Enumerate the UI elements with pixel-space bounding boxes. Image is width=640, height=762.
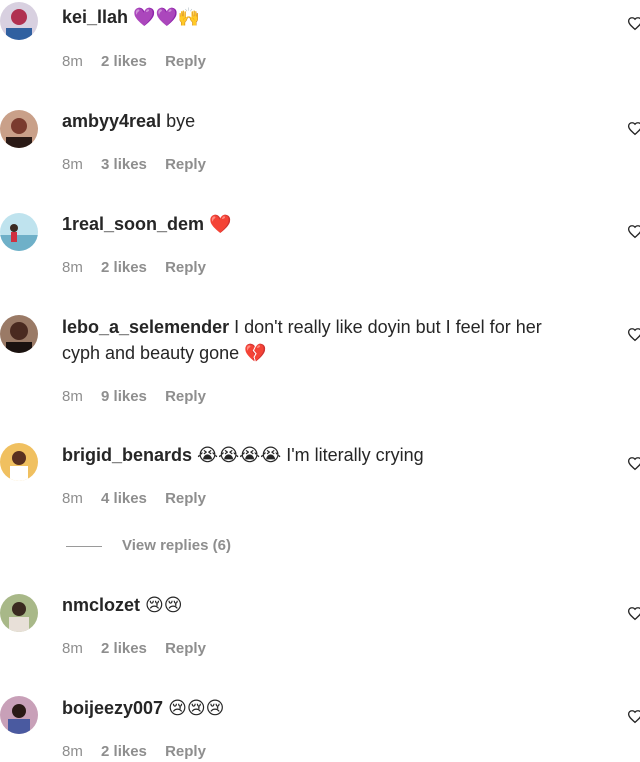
timestamp: 8m — [62, 490, 83, 507]
emoji: 💜💜🙌 — [133, 7, 201, 28]
username[interactable]: lebo_a_selemender — [62, 317, 229, 337]
emoji: ❤️ — [209, 214, 232, 235]
username[interactable]: ambyy4real — [62, 111, 161, 131]
view-replies-label: View replies (6) — [122, 537, 231, 554]
comment-body: I don't really like doyin but I feel for… — [234, 317, 542, 337]
reply-button[interactable]: Reply — [165, 388, 206, 405]
timestamp: 8m — [62, 53, 83, 70]
avatar[interactable] — [0, 2, 38, 40]
avatar[interactable] — [0, 315, 38, 353]
username[interactable]: kei_llah — [62, 7, 128, 27]
likes-count[interactable]: 4 likes — [101, 490, 147, 507]
timestamp: 8m — [62, 640, 83, 657]
comment-meta: 8m 2 likes Reply — [62, 259, 220, 276]
likes-count[interactable]: 2 likes — [101, 743, 147, 760]
likes-count[interactable]: 2 likes — [101, 53, 147, 70]
emoji: 😢😢😢 — [168, 698, 225, 719]
username[interactable]: nmclozet — [62, 595, 140, 615]
heart-outline-icon[interactable] — [626, 604, 640, 622]
comment-text-continued: cyph and beauty gone 💔 — [62, 340, 600, 367]
avatar[interactable] — [0, 213, 38, 251]
avatar[interactable] — [0, 696, 38, 734]
timestamp: 8m — [62, 743, 83, 760]
emoji: 😭😭😭😭 — [197, 445, 282, 466]
timestamp: 8m — [62, 388, 83, 405]
comment-meta: 8m 9 likes Reply — [62, 388, 220, 405]
heart-outline-icon[interactable] — [626, 707, 640, 725]
comment-body: bye — [166, 111, 196, 131]
reply-button[interactable]: Reply — [165, 743, 206, 760]
comment-text: lebo_a_selemender I don't really like do… — [62, 314, 600, 340]
heart-outline-icon[interactable] — [626, 119, 640, 137]
divider — [66, 545, 102, 547]
avatar[interactable] — [0, 110, 38, 148]
timestamp: 8m — [62, 259, 83, 276]
username[interactable]: boijeezy007 — [62, 698, 163, 718]
comment-text: brigid_benards 😭😭😭😭 I'm literally crying — [62, 442, 600, 469]
comment-text: ambyy4real bye — [62, 108, 600, 134]
comment-text: kei_llah 💜💜🙌 — [62, 4, 600, 31]
comment-body: I'm literally crying — [286, 445, 424, 465]
heart-outline-icon[interactable] — [626, 222, 640, 240]
reply-button[interactable]: Reply — [165, 156, 206, 173]
likes-count[interactable]: 9 likes — [101, 388, 147, 405]
comment-text: nmclozet 😢😢 — [62, 592, 600, 619]
reply-button[interactable]: Reply — [165, 53, 206, 70]
username[interactable]: 1real_soon_dem — [62, 214, 204, 234]
likes-count[interactable]: 2 likes — [101, 640, 147, 657]
comment-body: cyph and beauty gone — [62, 343, 240, 363]
emoji: 💔 — [244, 343, 267, 364]
reply-button[interactable]: Reply — [165, 640, 206, 657]
likes-count[interactable]: 3 likes — [101, 156, 147, 173]
comment-meta: 8m 2 likes Reply — [62, 640, 220, 657]
heart-outline-icon[interactable] — [626, 325, 640, 343]
comment-meta: 8m 2 likes Reply — [62, 743, 220, 760]
heart-outline-icon[interactable] — [626, 14, 640, 32]
comment-meta: 8m 3 likes Reply — [62, 156, 220, 173]
reply-button[interactable]: Reply — [165, 490, 206, 507]
username[interactable]: brigid_benards — [62, 445, 192, 465]
avatar[interactable] — [0, 443, 38, 481]
heart-outline-icon[interactable] — [626, 454, 640, 472]
comment-meta: 8m 2 likes Reply — [62, 53, 220, 70]
timestamp: 8m — [62, 156, 83, 173]
view-replies-button[interactable]: View replies (6) — [66, 537, 231, 554]
comment-text: 1real_soon_dem ❤️ — [62, 211, 600, 238]
avatar[interactable] — [0, 594, 38, 632]
comment-meta: 8m 4 likes Reply — [62, 490, 220, 507]
comment-text: boijeezy007 😢😢😢 — [62, 695, 600, 722]
likes-count[interactable]: 2 likes — [101, 259, 147, 276]
emoji: 😢😢 — [145, 595, 183, 616]
reply-button[interactable]: Reply — [165, 259, 206, 276]
